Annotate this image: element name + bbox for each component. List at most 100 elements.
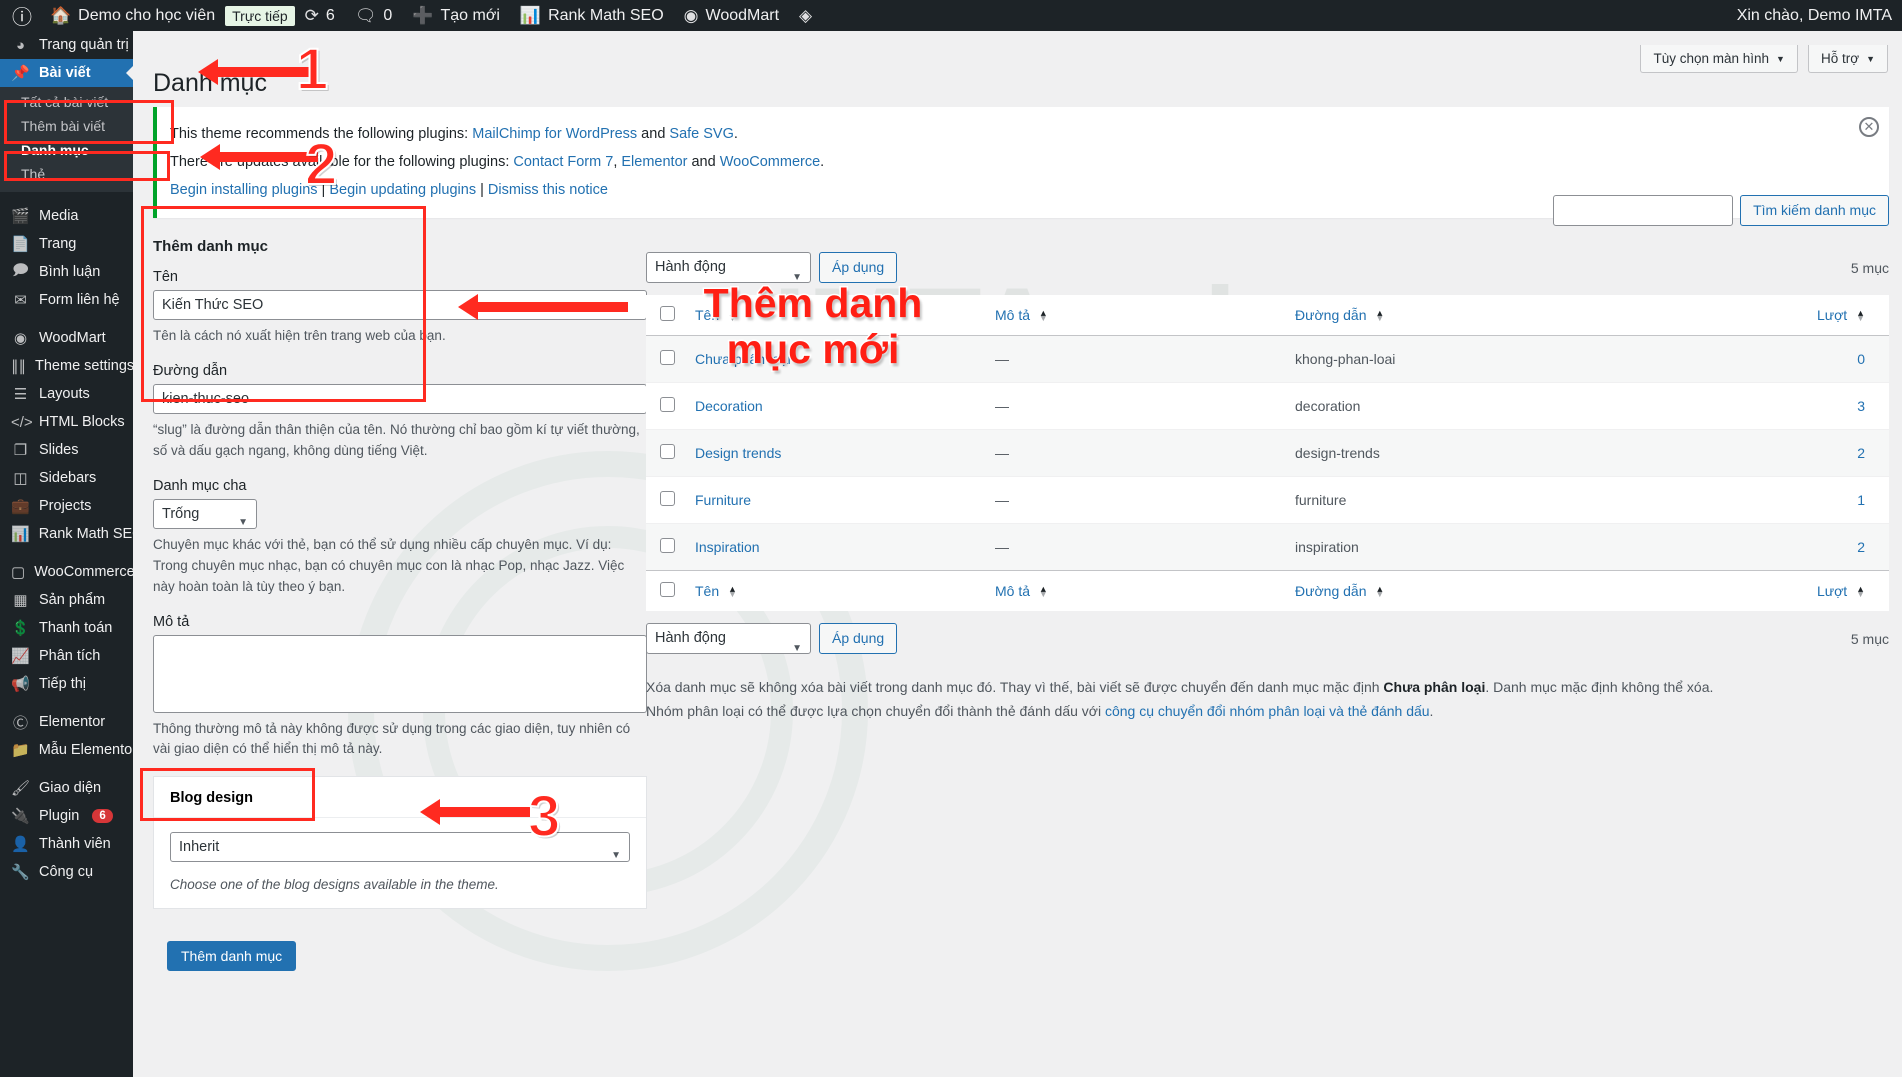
screen-options-button[interactable]: Tùy chọn màn hình ▼ <box>1640 45 1798 73</box>
sidebar-item-elementor[interactable]: Ⓒ Elementor <box>0 708 133 736</box>
wordpress-logo-icon[interactable]: ⓘ <box>0 1 40 30</box>
sidebar-item-label: Elementor <box>39 714 106 730</box>
woocommerce-link[interactable]: WooCommerce <box>720 154 820 170</box>
sidebar-item-users[interactable]: 👤 Thành viên <box>0 830 133 858</box>
submenu-item-all-posts[interactable]: Tất cả bài viết <box>0 90 133 114</box>
row-select <box>646 476 685 524</box>
site-name-label: Demo cho học viên <box>78 6 216 24</box>
category-link[interactable]: Decoration <box>695 398 763 414</box>
sidebar-item-projects[interactable]: 💼 Projects <box>0 492 133 520</box>
elementor-link[interactable]: Elementor <box>621 154 687 170</box>
dismiss-notice-link[interactable]: Dismiss this notice <box>488 182 608 198</box>
count-link[interactable]: 1 <box>1857 492 1865 508</box>
sidebar-item-theme-settings[interactable]: ∥∥ Theme settings <box>0 352 134 380</box>
submenu-item-tags[interactable]: Thẻ <box>0 162 133 186</box>
sidebar-item-products[interactable]: ▦ Sản phẩm <box>0 586 133 614</box>
row-checkbox[interactable] <box>660 397 675 412</box>
row-select <box>646 382 685 430</box>
sidebar-item-payments[interactable]: 💲 Thanh toán <box>0 614 133 642</box>
sidebar-item-contact-form[interactable]: ✉ Form liên hệ <box>0 286 133 314</box>
count-link[interactable]: 3 <box>1857 398 1865 414</box>
elementor-menu[interactable]: ◈ <box>789 0 822 31</box>
sidebar-item-analytics[interactable]: 📈 Phân tích <box>0 642 133 670</box>
parent-select[interactable]: Trống ▼ <box>153 498 257 529</box>
sidebar-item-rank-math[interactable]: 📊 Rank Math SEO <box>0 520 143 548</box>
sidebar-item-html-blocks[interactable]: </> HTML Blocks <box>0 408 133 436</box>
sidebar-item-woodmart[interactable]: ◉ WoodMart <box>0 324 133 352</box>
howdy-menu[interactable]: Xin chào, Demo IMTA <box>1727 0 1902 31</box>
help-button[interactable]: Hỗ trợ ▼ <box>1807 45 1888 73</box>
table-row: Chưa phân loại — khong-phan-loai 0 <box>646 335 1889 383</box>
new-content-menu[interactable]: ➕ Tạo mới <box>402 0 510 31</box>
sidebar-item-layouts[interactable]: ☰ Layouts <box>0 380 133 408</box>
column-footer-count[interactable]: Lượt ▲ ▼ <box>1585 570 1889 611</box>
name-label: Tên <box>153 269 178 285</box>
sidebar-item-appearance[interactable]: 🖌 Giao diện <box>0 774 133 802</box>
page-icon: 📄 <box>11 236 30 253</box>
category-link[interactable]: Design trends <box>695 445 781 461</box>
sidebar-item-dashboard[interactable]: ◕ Trang quản trị <box>0 31 133 59</box>
updates-icon: ⟳ <box>304 6 319 25</box>
count-link[interactable]: 2 <box>1857 539 1865 555</box>
updates-menu[interactable]: ⟳ 6 <box>295 0 345 31</box>
row-checkbox[interactable] <box>660 444 675 459</box>
search-button[interactable]: Tìm kiếm danh mục <box>1740 195 1889 226</box>
apply-button-top[interactable]: Áp dụng <box>819 252 898 283</box>
woodmart-menu[interactable]: ◉ WoodMart <box>674 0 789 31</box>
sidebar-item-sidebars[interactable]: ◫ Sidebars <box>0 464 133 492</box>
column-footer-name[interactable]: Tên ▲ ▼ <box>685 570 985 611</box>
close-icon[interactable]: ✕ <box>1859 117 1879 137</box>
sidebar-item-plugins[interactable]: 🔌 Plugin 6 <box>0 802 133 830</box>
name-input[interactable]: Kiến Thức SEO <box>153 290 647 320</box>
search-input[interactable] <box>1553 195 1734 226</box>
category-link[interactable]: Furniture <box>695 492 751 508</box>
apply-button-bottom[interactable]: Áp dụng <box>819 623 898 654</box>
bulk-action-select-bottom[interactable]: Hành động ▼ <box>646 623 811 654</box>
sidebar-item-pages[interactable]: 📄 Trang <box>0 230 133 258</box>
column-header-slug[interactable]: Đường dẫn ▲ ▼ <box>1285 295 1585 336</box>
sidebar-item-label: WooCommerce <box>34 564 135 580</box>
begin-updating-plugins-link[interactable]: Begin updating plugins <box>329 182 476 198</box>
begin-installing-plugins-link[interactable]: Begin installing plugins <box>170 182 318 198</box>
bulk-action-select-top[interactable]: Hành động ▼ <box>646 252 811 283</box>
comments-menu[interactable]: 🗨 0 <box>345 0 403 31</box>
sidebar-item-marketing[interactable]: 📢 Tiếp thị <box>0 670 133 698</box>
sidebar-item-elementor-templates[interactable]: 📁 Mẫu Elementor <box>0 736 137 764</box>
safesvg-link[interactable]: Safe SVG <box>669 126 733 142</box>
column-header-description[interactable]: Mô tả ▲ ▼ <box>985 295 1285 336</box>
sidebar-item-slides[interactable]: ❐ Slides <box>0 436 133 464</box>
row-checkbox[interactable] <box>660 538 675 553</box>
contactform7-link[interactable]: Contact Form 7 <box>513 154 613 170</box>
slug-input[interactable]: kien-thuc-seo <box>153 383 647 414</box>
submenu-item-categories[interactable]: Danh mục <box>0 138 133 162</box>
submenu-item-add-post[interactable]: Thêm bài viết <box>0 114 133 138</box>
column-header-count[interactable]: Lượt ▲ ▼ <box>1585 295 1889 336</box>
select-all-checkbox-footer[interactable] <box>660 582 675 597</box>
mailchimp-link[interactable]: MailChimp for WordPress <box>472 126 637 142</box>
site-name-menu[interactable]: 🏠 Demo cho học viên <box>40 0 225 31</box>
sidebar-item-posts[interactable]: 📌 Bài viết <box>0 59 134 87</box>
sidebar-item-media[interactable]: 🎬 Media <box>0 202 133 230</box>
live-badge[interactable]: Trực tiếp <box>225 5 295 26</box>
converter-tool-link[interactable]: công cụ chuyển đổi nhóm phân loại và thẻ… <box>1105 703 1430 719</box>
row-checkbox[interactable] <box>660 491 675 506</box>
screen-options-label: Tùy chọn màn hình <box>1653 51 1770 66</box>
item-count-top: 5 mục <box>1850 259 1889 276</box>
count-link[interactable]: 0 <box>1857 351 1865 367</box>
rankmath-menu[interactable]: 📊 Rank Math SEO <box>510 0 674 31</box>
add-category-button[interactable]: Thêm danh mục <box>167 941 297 972</box>
dashboard-icon: ◕ <box>15 36 26 54</box>
category-link[interactable]: Chưa phân loại <box>695 351 791 367</box>
row-checkbox[interactable] <box>660 350 675 365</box>
column-footer-description[interactable]: Mô tả ▲ ▼ <box>985 570 1285 611</box>
column-header-name[interactable]: Tên ▲ ▼ <box>685 295 985 336</box>
count-link[interactable]: 2 <box>1857 445 1865 461</box>
sidebar-item-tools[interactable]: 🔧 Công cụ <box>0 858 133 886</box>
sidebar-item-woocommerce[interactable]: ▢ WooCommerce <box>0 558 135 586</box>
category-link[interactable]: Inspiration <box>695 539 760 555</box>
column-footer-slug[interactable]: Đường dẫn ▲ ▼ <box>1285 570 1585 611</box>
description-textarea[interactable] <box>153 634 647 713</box>
sidebar-item-comments[interactable]: 🗩 Bình luận <box>0 258 133 286</box>
blog-design-select[interactable]: Inherit ▼ <box>170 832 630 863</box>
select-all-checkbox[interactable] <box>660 306 675 321</box>
